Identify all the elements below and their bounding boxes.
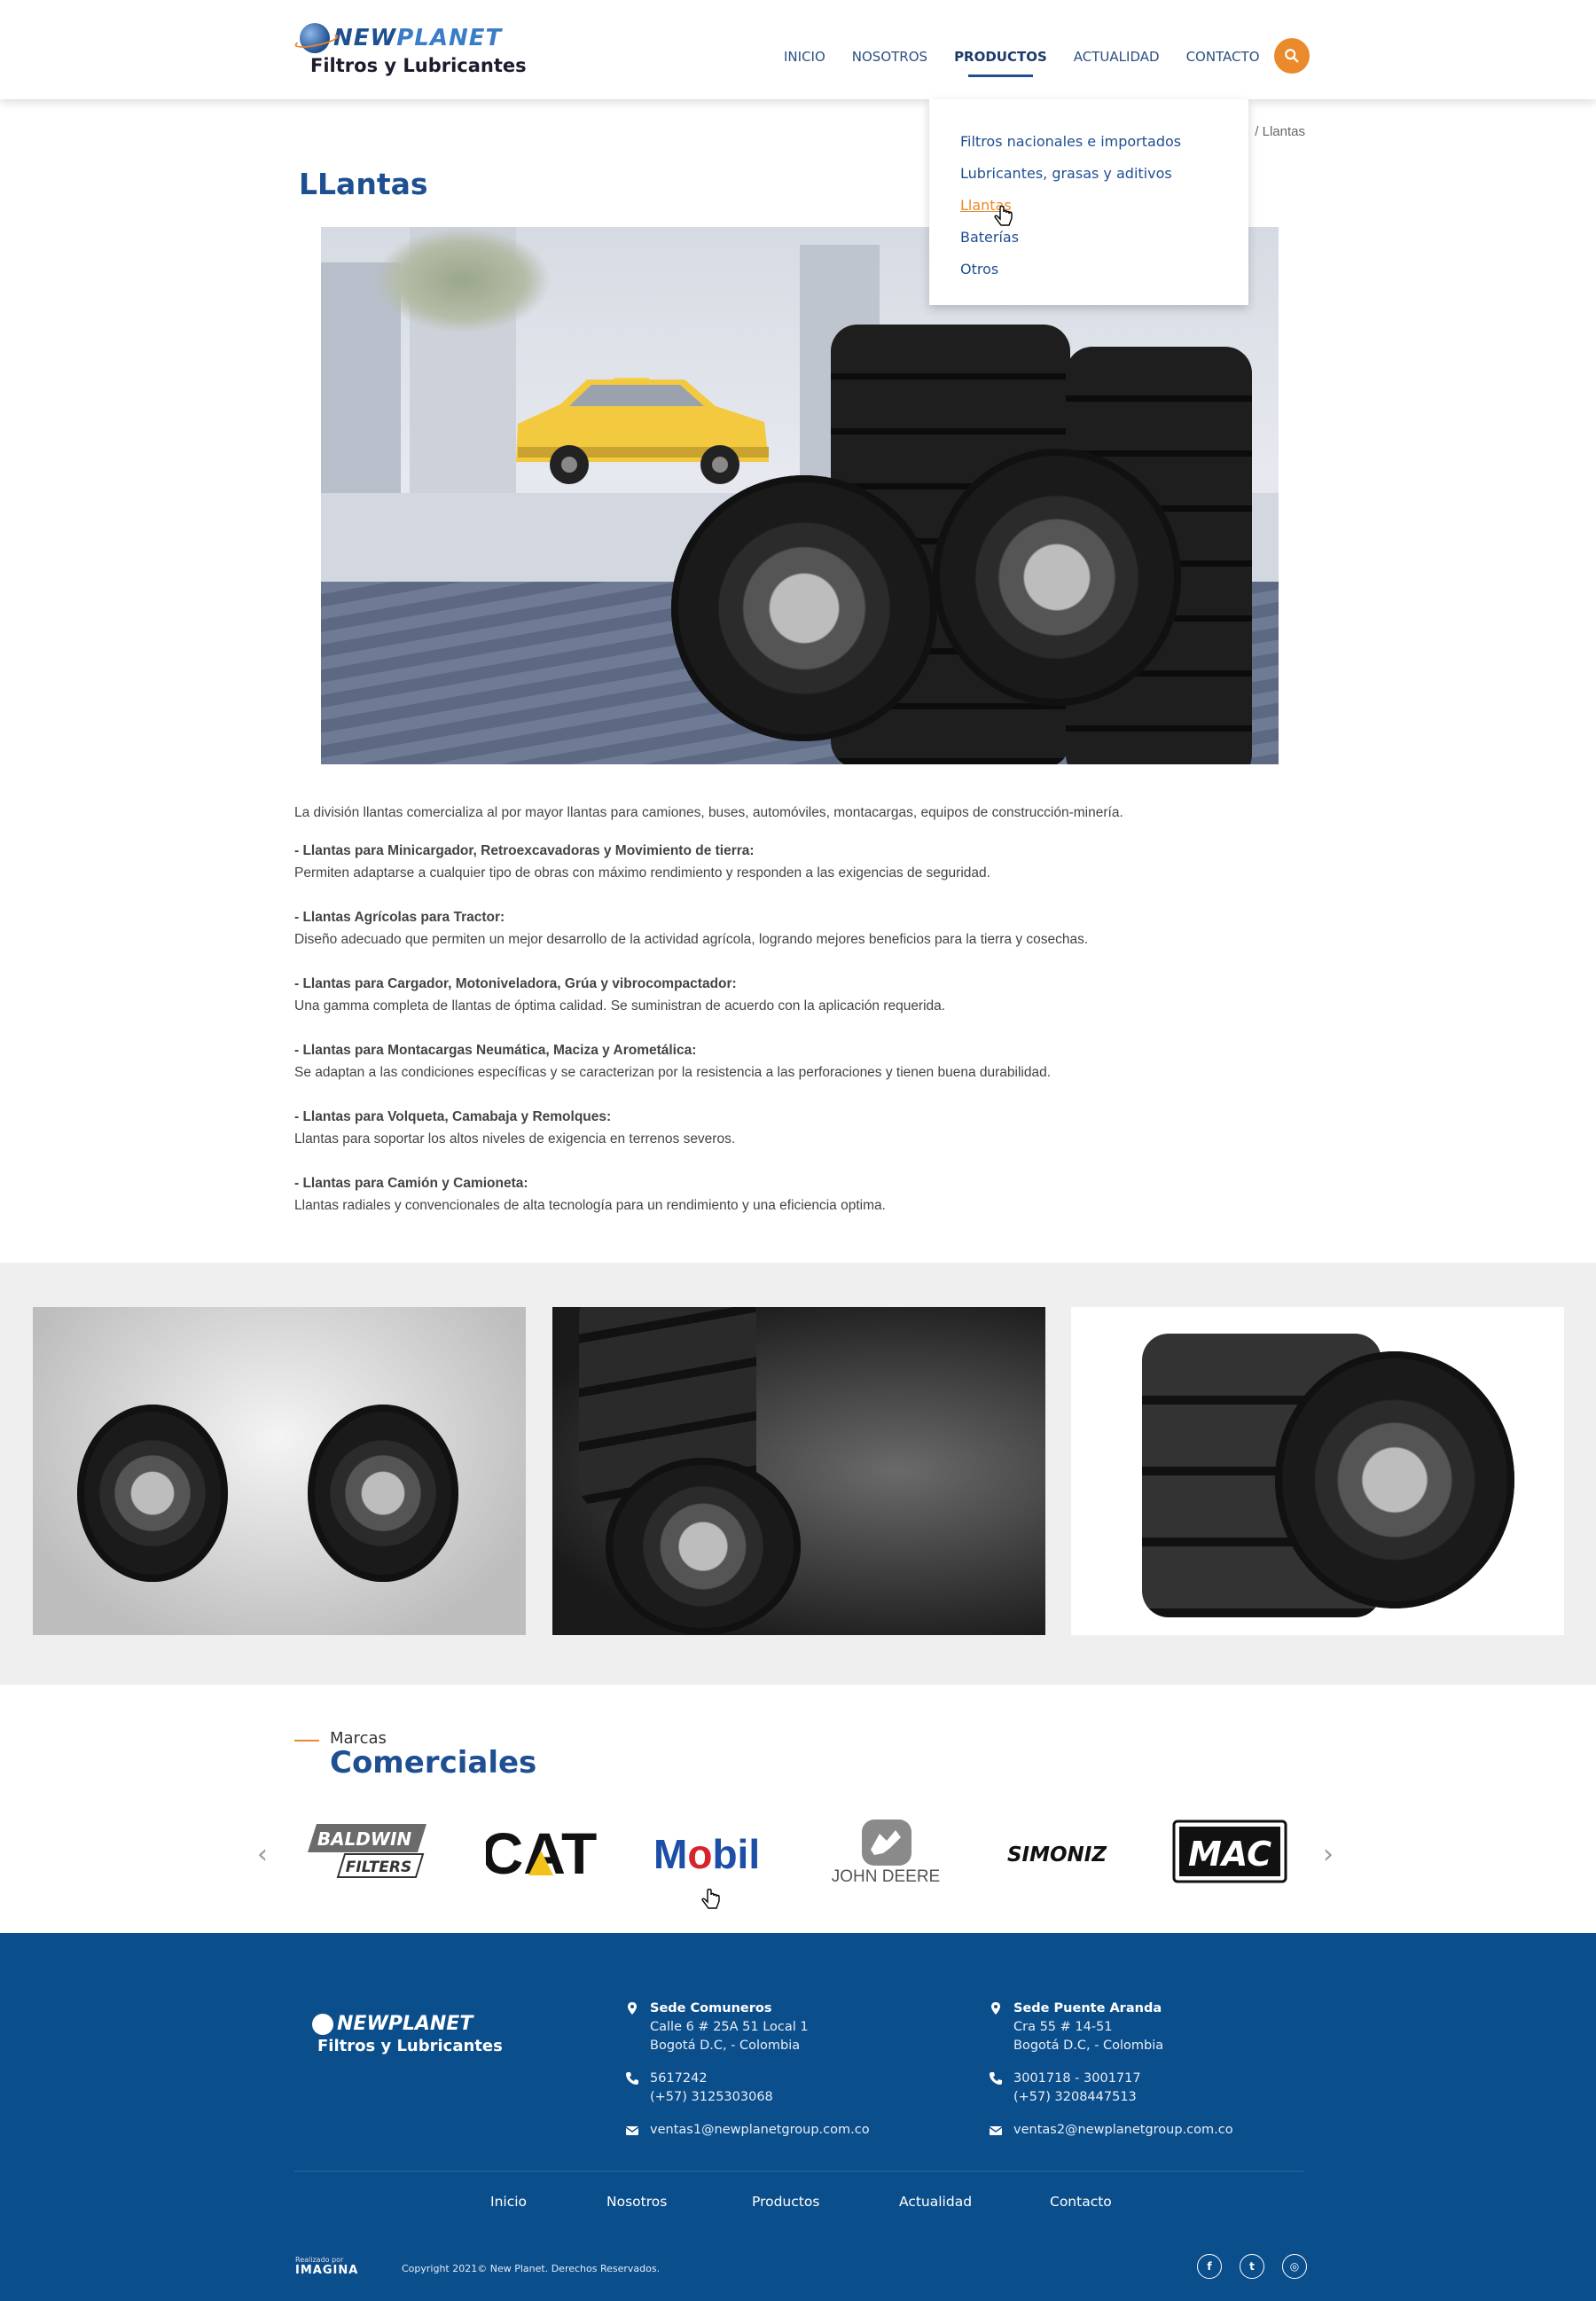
nav-contacto[interactable]: CONTACTO [1186,49,1260,65]
feature-item: - Llantas para Montacargas Neumática, Ma… [294,1039,1314,1084]
hand-cursor-icon [701,1889,720,1909]
email-icon [989,2126,1003,2135]
logo-name: NEWPLANET [333,25,503,51]
nav-inicio[interactable]: INICIO [784,49,825,65]
feature-title: - Llantas para Cargador, Motoniveladora,… [294,976,737,991]
productos-dropdown: Filtros nacionales e importados Lubrican… [929,99,1248,305]
footer-nav-inicio[interactable]: Inicio [490,2194,527,2210]
copyright-text: Copyright 2021© New Planet. Derechos Res… [402,2263,661,2274]
phone-icon [626,2072,638,2085]
branch-mobile[interactable]: (+57) 3125303068 [650,2088,870,2107]
hero-image [321,227,1279,764]
dropdown-item-llantas[interactable]: Llantas [929,195,1248,227]
branch-address: Calle 6 # 25A 51 Local 1 [650,2020,809,2034]
footer-divider [294,2171,1303,2172]
globe-icon [300,23,330,53]
feature-text: Una gamma completa de llantas de óptima … [294,998,946,1014]
feature-text: Diseño adecuado que permiten un mejor de… [294,932,1089,947]
brands-prev-arrow[interactable]: ‹ [257,1839,268,1870]
site-header: NEWPLANET Filtros y Lubricantes INICIO N… [0,0,1596,99]
brand-logo-mobil[interactable]: Mobil [650,1818,774,1885]
intro-text: La división llantas comercializa al por … [294,805,1123,820]
branch-email[interactable]: ventas2@newplanetgroup.com.co [1013,2121,1233,2140]
facebook-icon[interactable]: f [1197,2254,1222,2279]
globe-icon [312,2013,333,2035]
brand-logo-simoniz[interactable]: SIMONIZ [995,1818,1119,1885]
feature-title: - Llantas para Montacargas Neumática, Ma… [294,1043,697,1058]
footer-logo[interactable]: NEWPLANET Filtros y Lubricantes [312,2013,503,2055]
hand-cursor-icon [994,206,1013,226]
brands-title: Comerciales [330,1745,537,1781]
product-gallery [0,1263,1596,1685]
brand-logo-cat[interactable]: CAT [486,1818,598,1885]
taxi-illustration [516,378,769,484]
baldwin-text: BALDWIN [317,1828,412,1850]
nav-actualidad[interactable]: ACTUALIDAD [1074,49,1160,65]
feature-text: Llantas para soportar los altos niveles … [294,1131,736,1147]
mobil-text: Mobil [653,1831,760,1877]
branch-phone[interactable]: 3001718 - 3001717 [1013,2070,1233,2088]
dropdown-item-filtros[interactable]: Filtros nacionales e importados [929,131,1248,163]
mac-text: MAC [1188,1835,1271,1874]
branch-email[interactable]: ventas1@newplanetgroup.com.co [650,2121,870,2140]
footer-branch-puente-aranda: Sede Puente Aranda Cra 55 # 14-51 Bogotá… [989,2000,1233,2154]
footer-nav-contacto[interactable]: Contacto [1050,2194,1112,2210]
feature-text: Se adaptan a las condiciones específicas… [294,1065,1052,1080]
brands-next-arrow[interactable]: › [1323,1839,1334,1870]
search-icon [1285,49,1299,63]
main-nav: INICIO NOSOTROS PRODUCTOS ACTUALIDAD CON… [784,49,1287,77]
twitter-icon[interactable]: t [1240,2254,1264,2279]
feature-item: - Llantas Agrícolas para Tractor: Diseño… [294,906,1314,951]
phone-icon [990,2072,1002,2085]
imagina-credit-logo[interactable]: Realizado por IMAGINA [295,2256,384,2282]
site-footer: NEWPLANET Filtros y Lubricantes Sede Com… [0,1933,1596,2301]
footer-nav-productos[interactable]: Productos [752,2194,819,2210]
brand-logo-john-deere[interactable]: JOHN DEERE [825,1818,947,1885]
feature-item: - Llantas para Minicargador, Retroexcava… [294,840,1314,884]
site-logo[interactable]: NEWPLANET Filtros y Lubricantes [300,23,548,82]
branch-mobile[interactable]: (+57) 3208447513 [1013,2088,1233,2107]
branch-title: Sede Comuneros [650,2001,772,2015]
footer-branch-comuneros: Sede Comuneros Calle 6 # 25A 51 Local 1 … [625,2000,870,2154]
baldwin-filters-text: FILTERS [346,1859,412,1876]
logo-subtitle: Filtros y Lubricantes [310,55,527,76]
dropdown-item-baterias[interactable]: Baterías [929,227,1248,259]
dropdown-item-otros[interactable]: Otros [929,259,1248,291]
branch-address: Cra 55 # 14-51 [1013,2020,1113,2034]
feature-title: - Llantas para Volqueta, Camabaja y Remo… [294,1109,612,1124]
nav-nosotros[interactable]: NOSOTROS [852,49,927,65]
location-pin-icon [991,2002,1000,2015]
branch-phone[interactable]: 5617242 [650,2070,870,2088]
gallery-image-2[interactable] [552,1307,1045,1635]
footer-nav-nosotros[interactable]: Nosotros [606,2194,667,2210]
feature-title: - Llantas para Minicargador, Retroexcava… [294,843,755,858]
page-title: LLantas [299,167,428,201]
search-button[interactable] [1274,38,1310,74]
john-deere-text: JOHN DEERE [832,1867,940,1885]
feature-text: Llantas radiales y convencionales de alt… [294,1198,886,1213]
simoniz-text: SIMONIZ [1007,1843,1107,1867]
location-pin-icon [628,2002,637,2015]
feature-title: - Llantas Agrícolas para Tractor: [294,910,505,925]
feature-item: - Llantas para Cargador, Motoniveladora,… [294,973,1314,1017]
email-icon [625,2126,639,2135]
brand-logo-mac[interactable]: MAC [1172,1818,1287,1885]
feature-item: - Llantas para Camión y Camioneta: Llant… [294,1172,1314,1217]
instagram-icon[interactable]: ◎ [1282,2254,1307,2279]
feature-title: - Llantas para Camión y Camioneta: [294,1176,528,1191]
branch-title: Sede Puente Aranda [1013,2001,1162,2015]
footer-nav-actualidad[interactable]: Actualidad [899,2194,972,2210]
dropdown-item-lubricantes[interactable]: Lubricantes, grasas y aditivos [929,163,1248,195]
breadcrumb: / Llantas [1255,124,1305,139]
branch-city: Bogotá D.C, - Colombia [650,2039,801,2053]
brand-logo-baldwin[interactable]: BALDWIN FILTERS [306,1818,428,1885]
branch-city: Bogotá D.C, - Colombia [1013,2039,1164,2053]
product-description: La división llantas comercializa al por … [294,802,1314,1239]
gallery-image-1[interactable] [33,1307,526,1635]
gallery-image-3[interactable] [1071,1307,1564,1635]
brands-accent-line [294,1740,319,1741]
feature-text: Permiten adaptarse a cualquier tipo de o… [294,865,990,880]
feature-item: - Llantas para Volqueta, Camabaja y Remo… [294,1106,1314,1150]
nav-productos[interactable]: PRODUCTOS [954,49,1047,77]
